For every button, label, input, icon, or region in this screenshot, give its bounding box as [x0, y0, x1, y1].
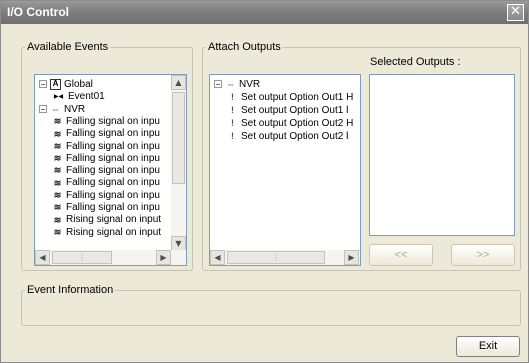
- outputs-tree[interactable]: − ⇔ NVR! Set output Option Out1 H! Set outpu…: [209, 74, 361, 266]
- scroll-right-icon[interactable]: ▶: [156, 250, 171, 265]
- tree-item[interactable]: ≋ Falling signal on inpu: [52, 201, 160, 214]
- collapse-toggle-icon[interactable]: −: [39, 104, 47, 113]
- signal-icon: ≋: [53, 128, 62, 139]
- signal-icon: ≋: [53, 153, 62, 164]
- tree-item[interactable]: ≋ Falling signal on inpu: [52, 140, 160, 153]
- scroll-down-icon[interactable]: ▼: [171, 236, 186, 251]
- event-icon: ▶◀: [53, 93, 64, 100]
- output-icon: !: [231, 118, 234, 129]
- tree-item-label: Falling signal on inpu: [66, 177, 160, 189]
- tree-item[interactable]: ≋ Falling signal on inpu: [52, 127, 160, 140]
- tree-item[interactable]: ≋ Falling signal on inpu: [52, 189, 160, 202]
- tree-item[interactable]: ≋ Rising signal on input: [52, 226, 161, 239]
- available-events-legend: Available Events: [27, 41, 109, 53]
- signal-icon: ≋: [53, 190, 62, 201]
- tree-item[interactable]: ≋ Rising signal on input: [52, 213, 161, 226]
- output-icon: !: [231, 131, 234, 142]
- scroll-left-icon[interactable]: ◀: [35, 250, 50, 265]
- add-output-button[interactable]: >>: [451, 244, 515, 266]
- tree-item[interactable]: ≋ Falling signal on inpu: [52, 176, 160, 189]
- tree-item-label: Falling signal on inpu: [66, 165, 160, 177]
- tree-item-label: NVR: [64, 103, 86, 115]
- remove-output-button[interactable]: <<: [369, 244, 433, 266]
- attach-outputs-legend: Attach Outputs: [208, 41, 281, 53]
- tree-item-label: Event01: [68, 91, 105, 103]
- signal-icon: ≋: [53, 202, 62, 213]
- tree-item[interactable]: − A Global: [39, 78, 93, 91]
- available-events-tree[interactable]: − A Global ▶◀ Event01− ⇔ NVR ≋ Falling signal on…: [34, 74, 187, 266]
- tree-item-label: Set output Option Out1 H: [241, 92, 354, 103]
- tree-item-label: Falling signal on inpu: [66, 189, 160, 201]
- events-vscroll-thumb[interactable]: [172, 92, 185, 184]
- tree-item[interactable]: − ⇔ NVR: [39, 103, 85, 116]
- outputs-hscroll-thumb[interactable]: ⋮: [227, 251, 325, 264]
- tree-item-label: Falling signal on inpu: [66, 152, 160, 164]
- scroll-up-icon[interactable]: ▲: [171, 75, 186, 90]
- tree-item[interactable]: − ⇔ NVR: [214, 78, 260, 91]
- tree-item-label: NVR: [239, 79, 261, 90]
- signal-icon: ≋: [53, 165, 62, 176]
- tree-item-label: Global: [64, 79, 93, 90]
- tree-item-label: Rising signal on input: [66, 226, 162, 238]
- io-control-window: I/O Control ✕ Available Events − A Global ▶…: [0, 0, 529, 363]
- scroll-right-icon[interactable]: ▶: [344, 250, 359, 265]
- collapse-toggle-icon[interactable]: −: [214, 80, 222, 89]
- tree-item-label: Set output Option Out2 l: [241, 131, 349, 142]
- events-hscroll-thumb[interactable]: ⋮: [52, 251, 112, 264]
- tree-item[interactable]: ≋ Falling signal on inpu: [52, 152, 160, 165]
- tree-item-label: Set output Option Out2 H: [241, 118, 354, 129]
- selected-outputs-list[interactable]: [369, 74, 515, 236]
- tree-item-label: Falling signal on inpu: [66, 128, 160, 140]
- output-icon: !: [231, 105, 234, 116]
- tree-item[interactable]: ▶◀ Event01: [52, 90, 105, 103]
- tree-item[interactable]: ! Set output Option Out2 l: [227, 130, 348, 143]
- tree-item-label: Rising signal on input: [66, 214, 162, 226]
- tree-item[interactable]: ≋ Falling signal on inpu: [52, 115, 160, 128]
- tree-item-label: Falling signal on inpu: [66, 140, 160, 152]
- nvr-icon: ⇔: [51, 103, 60, 114]
- signal-icon: ≋: [53, 177, 62, 188]
- exit-button[interactable]: Exit: [456, 336, 520, 357]
- signal-icon: ≋: [53, 140, 62, 151]
- tree-item-label: Falling signal on inpu: [66, 202, 160, 213]
- event-information-group: Event Information: [21, 284, 521, 326]
- global-icon: A: [50, 78, 61, 90]
- tree-item[interactable]: ! Set output Option Out1 H: [227, 91, 353, 104]
- events-vertical-scrollbar[interactable]: ▲ ▼: [171, 75, 186, 251]
- tree-item-label: Falling signal on inpu: [66, 115, 160, 127]
- tree-item-label: Set output Option Out1 l: [241, 105, 349, 116]
- tree-item[interactable]: ! Set output Option Out2 H: [227, 117, 353, 130]
- event-information-legend: Event Information: [27, 284, 114, 296]
- signal-icon: ≋: [53, 214, 62, 225]
- signal-icon: ≋: [53, 226, 62, 237]
- title-bar[interactable]: I/O Control ✕: [1, 1, 528, 24]
- window-title: I/O Control: [7, 5, 69, 19]
- output-icon: !: [231, 92, 234, 103]
- scroll-left-icon[interactable]: ◀: [210, 250, 225, 265]
- selected-outputs-label: Selected Outputs :: [370, 56, 461, 68]
- close-button[interactable]: ✕: [507, 4, 524, 21]
- events-horizontal-scrollbar[interactable]: ◀ ⋮ ▶: [35, 250, 186, 265]
- outputs-horizontal-scrollbar[interactable]: ◀ ⋮ ▶: [210, 250, 360, 265]
- nvr-icon: ⇔: [226, 79, 235, 90]
- tree-item[interactable]: ≋ Falling signal on inpu: [52, 164, 160, 177]
- tree-item[interactable]: ! Set output Option Out1 l: [227, 104, 348, 117]
- signal-icon: ≋: [53, 116, 62, 127]
- collapse-toggle-icon[interactable]: −: [39, 80, 47, 89]
